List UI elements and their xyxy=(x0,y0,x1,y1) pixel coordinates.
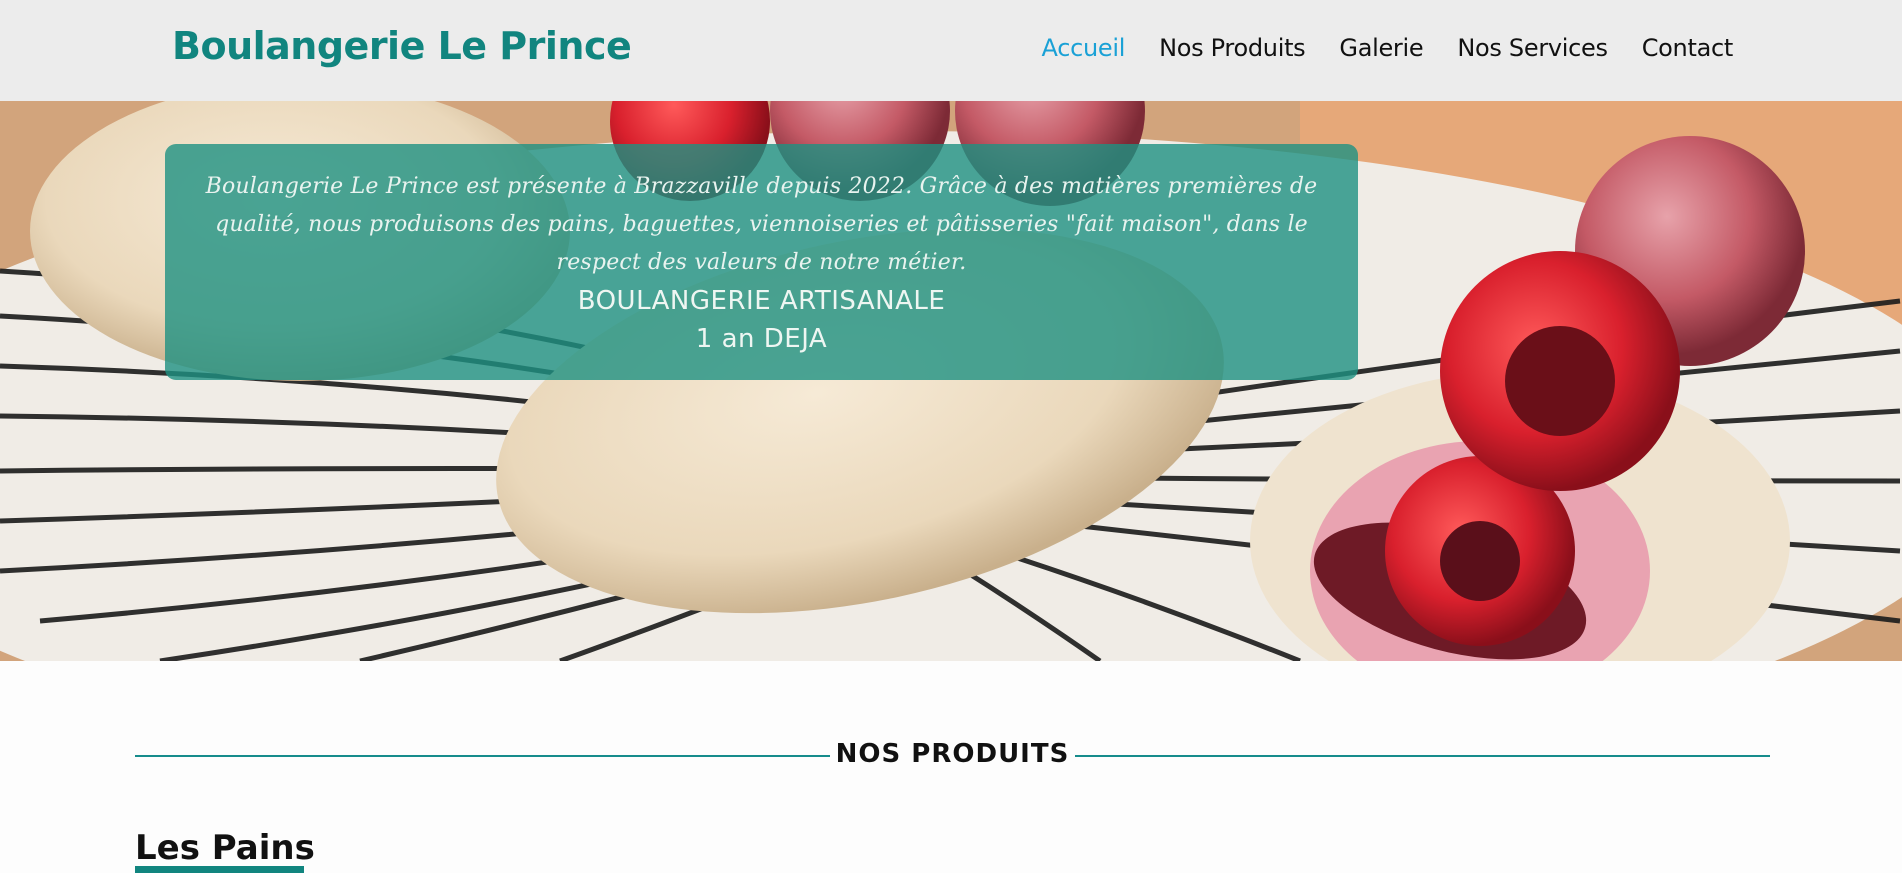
products-section-heading: NOS PRODUITS xyxy=(135,735,1770,775)
hero-intro-line-1: Boulangerie Le Prince est présente à Bra… xyxy=(205,174,1318,199)
nav-galerie[interactable]: Galerie xyxy=(1339,34,1423,62)
brand-logo[interactable]: Boulangerie Le Prince xyxy=(172,24,632,68)
hero-tagline: BOULANGERIE ARTISANALE xyxy=(577,286,946,316)
breads-subtitle-underline xyxy=(135,866,304,873)
breads-subtitle: Les Pains xyxy=(135,828,315,868)
heading-divider-right xyxy=(1075,755,1770,757)
nav-accueil[interactable]: Accueil xyxy=(1042,34,1126,62)
site-header: Boulangerie Le Prince Accueil Nos Produi… xyxy=(0,0,1902,101)
hero-intro-line-3: respect des valeurs de notre métier. xyxy=(556,250,967,275)
heading-divider-left xyxy=(135,755,830,757)
products-section-title: NOS PRODUITS xyxy=(835,739,1070,769)
hero-banner: Boulangerie Le Prince est présente à Bra… xyxy=(0,101,1902,661)
nav-contact[interactable]: Contact xyxy=(1642,34,1734,62)
nav-nos-produits[interactable]: Nos Produits xyxy=(1159,34,1306,62)
main-nav: Accueil Nos Produits Galerie Nos Service… xyxy=(1042,34,1734,62)
hero-intro-card: Boulangerie Le Prince est présente à Bra… xyxy=(165,144,1358,380)
nav-nos-services[interactable]: Nos Services xyxy=(1457,34,1608,62)
hero-anniversary: 1 an DEJA xyxy=(695,324,828,354)
hero-intro-line-2: qualité, nous produisons des pains, bagu… xyxy=(215,212,1308,237)
